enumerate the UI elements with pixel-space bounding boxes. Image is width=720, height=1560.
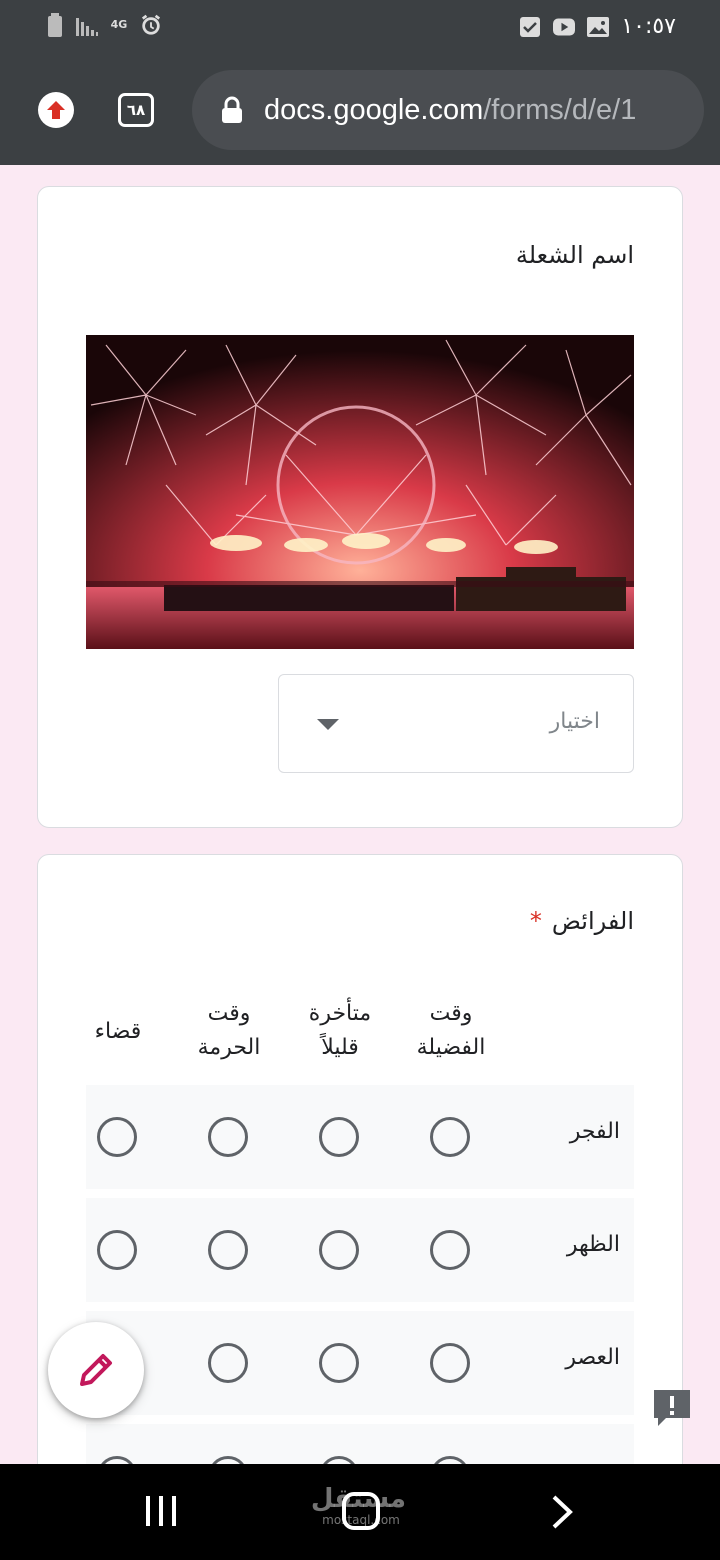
alarm-icon	[140, 14, 162, 36]
required-asterisk: *	[529, 907, 542, 935]
radio-asr-virtue-time[interactable]	[430, 1343, 470, 1383]
radio-fajr-forbidden-time[interactable]	[208, 1117, 248, 1157]
upload-arrow-icon	[47, 101, 65, 119]
grid-row-fajr: الفجر	[86, 1085, 634, 1189]
signal-icon	[76, 14, 98, 36]
watermark: مستقل mostaql.com	[310, 1484, 406, 1527]
column-header-virtue-time: وقت الفضيلة	[416, 1001, 486, 1060]
url-bar[interactable]: docs.google.com/forms/d/e/1	[192, 70, 704, 150]
battery-icon	[44, 13, 66, 37]
status-bar: 4G ١٠:٥٧	[0, 0, 720, 56]
radio-dhuhr-slightly-late[interactable]	[319, 1230, 359, 1270]
question-title: اسم الشعلة	[515, 241, 634, 269]
question-card-torch-name: اسم الشعلة اختيار	[37, 186, 683, 828]
fireworks-image	[86, 335, 634, 649]
grid-row-asr: العصر	[86, 1311, 634, 1415]
column-header-forbidden-time: وقت الحرمة	[197, 1001, 261, 1060]
column-header-makeup: قضاء	[94, 1019, 142, 1044]
radio-dhuhr-forbidden-time[interactable]	[208, 1230, 248, 1270]
edit-fab-button[interactable]	[48, 1322, 144, 1418]
choice-dropdown[interactable]: اختيار	[278, 674, 634, 773]
radio-asr-slightly-late[interactable]	[319, 1343, 359, 1383]
radio-dhuhr-makeup[interactable]	[97, 1230, 137, 1270]
gallery-icon	[587, 16, 610, 38]
checkbox-notification-icon	[519, 16, 541, 38]
lock-icon	[222, 96, 242, 123]
tab-count: ٦٨	[126, 101, 146, 119]
system-navigation-bar: مستقل mostaql.com	[0, 1464, 720, 1560]
question-title: الفرائض*	[529, 907, 634, 935]
upload-button[interactable]	[38, 92, 74, 128]
row-label: الفجر	[569, 1119, 620, 1144]
row-label: الظهر	[566, 1232, 620, 1257]
radio-dhuhr-virtue-time[interactable]	[430, 1230, 470, 1270]
recent-apps-icon[interactable]	[144, 1494, 178, 1528]
radio-fajr-makeup[interactable]	[97, 1117, 137, 1157]
row-label: العصر	[565, 1345, 620, 1370]
chevron-right-icon[interactable]	[548, 1494, 576, 1530]
dropdown-arrow-icon	[317, 719, 339, 730]
radio-fajr-slightly-late[interactable]	[319, 1117, 359, 1157]
radio-fajr-virtue-time[interactable]	[430, 1117, 470, 1157]
youtube-icon	[553, 16, 576, 38]
grid-row-dhuhr: الظهر	[86, 1198, 634, 1302]
feedback-icon	[654, 1390, 690, 1426]
url-text: docs.google.com/forms/d/e/1	[264, 93, 637, 126]
dropdown-placeholder: اختيار	[549, 709, 600, 734]
column-header-slightly-late: متأخرة قليلاً	[308, 1001, 372, 1060]
radio-asr-forbidden-time[interactable]	[208, 1343, 248, 1383]
pencil-icon	[80, 1354, 112, 1386]
status-time: ١٠:٥٧	[621, 14, 676, 39]
feedback-button[interactable]	[652, 1388, 692, 1430]
tab-switcher-button[interactable]: ٦٨	[118, 93, 154, 127]
network-4g-icon: 4G	[110, 18, 128, 31]
browser-toolbar: ٦٨ docs.google.com/forms/d/e/1	[0, 56, 720, 165]
